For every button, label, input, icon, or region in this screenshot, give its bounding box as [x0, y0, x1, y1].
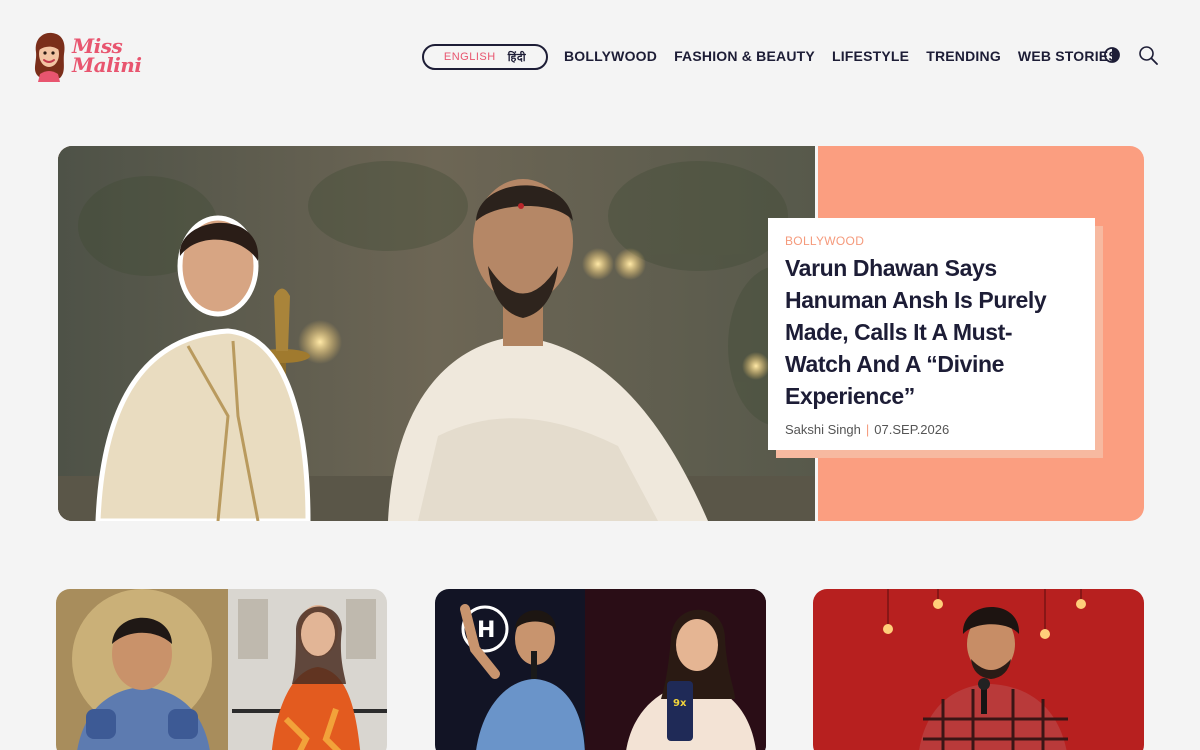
search-icon[interactable] [1138, 45, 1158, 65]
story-date: 07.SEP.2026 [874, 422, 950, 437]
story-meta: Sakshi Singh | 07.SEP.2026 [785, 422, 1078, 437]
svg-text:9x: 9x [673, 698, 687, 709]
featured-story-image[interactable] [58, 146, 815, 521]
nav-trending[interactable]: TRENDING [926, 46, 1001, 66]
story-card-2-image: H 9x [435, 589, 766, 750]
miss-malini-mascot-icon [34, 32, 65, 82]
nav-fashion-beauty[interactable]: FASHION & BEAUTY [674, 46, 815, 66]
svg-text:H: H [477, 618, 495, 643]
logo-text: Miss Malini [72, 36, 142, 77]
featured-story-card[interactable]: BOLLYWOOD Varun Dhawan Says Hanuman Ansh… [768, 218, 1095, 450]
nav-lifestyle[interactable]: LIFESTYLE [832, 46, 909, 66]
meta-separator: | [865, 422, 870, 437]
language-english[interactable]: ENGLISH [444, 51, 496, 63]
story-card-3[interactable] [813, 589, 1144, 750]
nav-bollywood[interactable]: BOLLYWOOD [564, 46, 657, 66]
logo-line-2: Malini [72, 53, 142, 77]
language-toggle[interactable]: ENGLISH हिंदी [422, 44, 548, 70]
story-card-1-image [56, 589, 387, 750]
featured-photo [58, 146, 815, 521]
story-card-1[interactable] [56, 589, 387, 750]
story-title[interactable]: Varun Dhawan Says Hanuman Ansh Is Purely… [785, 252, 1078, 412]
contrast-icon[interactable] [1104, 47, 1120, 63]
main-nav: BOLLYWOOD FASHION & BEAUTY LIFESTYLE TRE… [564, 46, 1118, 66]
story-card-2[interactable]: H 9x [435, 589, 766, 750]
nav-web-stories[interactable]: WEB STORIES [1018, 46, 1118, 66]
story-card-3-image [813, 589, 1144, 750]
language-hindi[interactable]: हिंदी [508, 50, 526, 65]
site-logo[interactable]: Miss Malini [30, 30, 142, 82]
story-category[interactable]: BOLLYWOOD [785, 234, 1078, 248]
story-author[interactable]: Sakshi Singh [785, 422, 861, 437]
